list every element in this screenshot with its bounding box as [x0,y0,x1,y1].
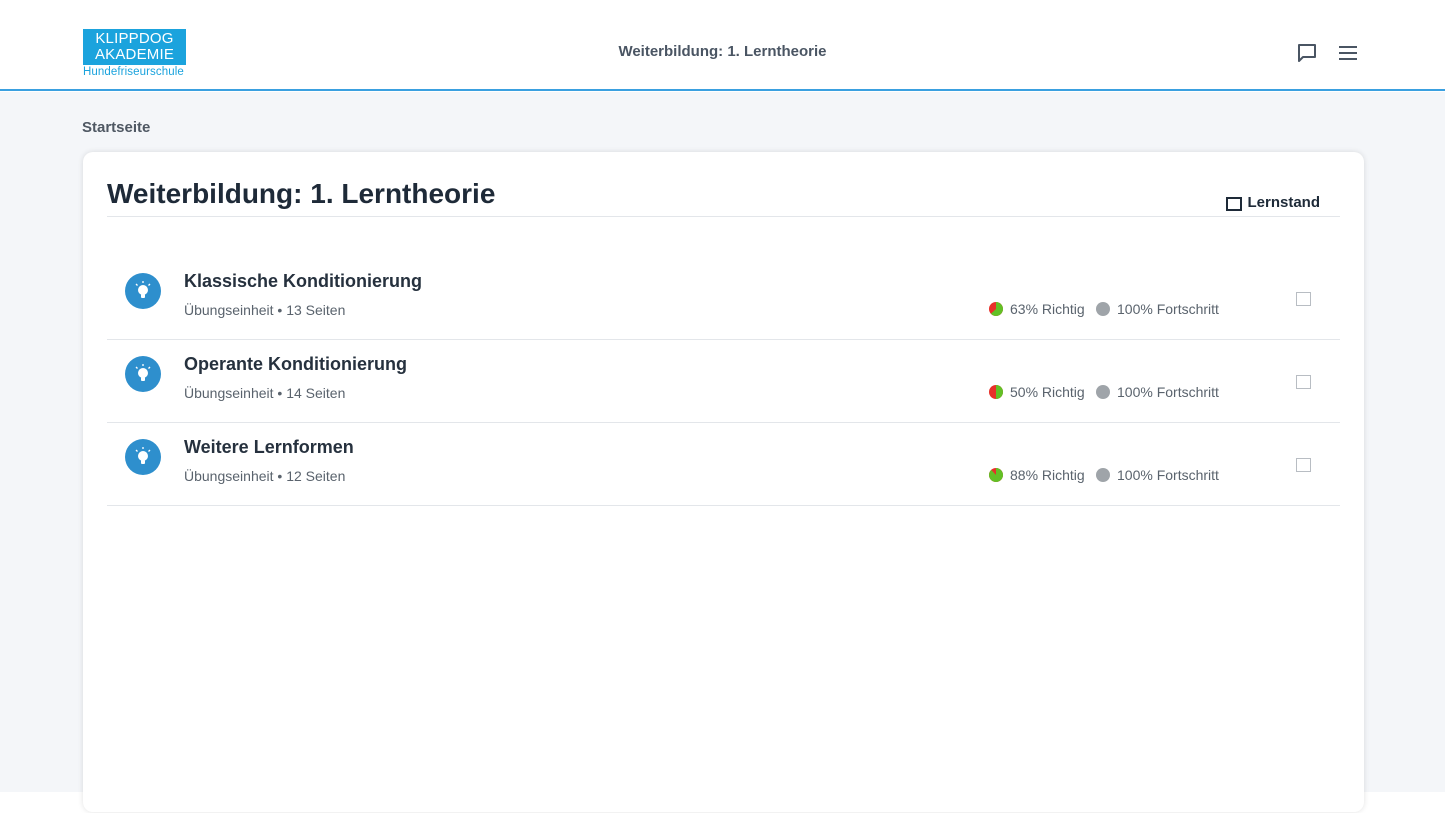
title-divider [107,216,1340,217]
menu-icon[interactable] [1337,42,1359,64]
correct-label: 63% Richtig [1010,301,1085,317]
unit-title[interactable]: Operante Konditionierung [184,354,407,375]
correct-label: 50% Richtig [1010,384,1085,400]
unit-title[interactable]: Weitere Lernformen [184,437,354,458]
correct-label: 88% Richtig [1010,467,1085,483]
page-title: Weiterbildung: 1. Lerntheorie [107,178,496,209]
lernstand-toggle[interactable]: Lernstand [1226,194,1320,211]
progress-dot-icon [1096,468,1110,482]
unit-title[interactable]: Klassische Konditionierung [184,271,422,292]
breadcrumb-home[interactable]: Startseite [82,119,150,136]
unit-meta: Übungseinheit • 14 Seiten [184,385,346,401]
header-title: Weiterbildung: 1. Lerntheorie [618,43,827,60]
unit-checkbox[interactable] [1296,458,1311,472]
lernstand-checkbox[interactable] [1226,197,1243,211]
unit-row[interactable]: Klassische Konditionierung Übungseinheit… [107,257,1340,340]
progress-stat: 100% Fortschritt [1096,384,1219,400]
logo-subtitle: Hundefriseurschule [83,66,184,78]
unit-row[interactable]: Weitere Lernformen Übungseinheit • 12 Se… [107,423,1340,506]
course-card: Weiterbildung: 1. Lerntheorie Lernstand … [83,152,1364,812]
unit-row[interactable]: Operante Konditionierung Übungseinheit •… [107,340,1340,423]
unit-checkbox[interactable] [1296,292,1311,306]
unit-meta: Übungseinheit • 13 Seiten [184,302,346,318]
correct-stat: 50% Richtig [989,384,1085,400]
unit-checkbox[interactable] [1296,375,1311,389]
correct-pie-icon [989,385,1003,399]
correct-pie-icon [989,468,1003,482]
correct-stat: 63% Richtig [989,301,1085,317]
correct-pie-icon [989,302,1003,316]
progress-label: 100% Fortschritt [1117,384,1219,400]
lightbulb-icon [125,356,161,392]
correct-stat: 88% Richtig [989,467,1085,483]
chat-icon[interactable] [1296,42,1318,64]
progress-dot-icon [1096,302,1110,316]
lightbulb-icon [125,273,161,309]
top-bar: KLIPPDOG AKADEMIE Hundefriseurschule Wei… [0,0,1445,91]
lightbulb-icon [125,439,161,475]
lernstand-label: Lernstand [1247,194,1320,211]
progress-stat: 100% Fortschritt [1096,467,1219,483]
progress-label: 100% Fortschritt [1117,467,1219,483]
progress-stat: 100% Fortschritt [1096,301,1219,317]
unit-meta: Übungseinheit • 12 Seiten [184,468,346,484]
progress-label: 100% Fortschritt [1117,301,1219,317]
progress-dot-icon [1096,385,1110,399]
